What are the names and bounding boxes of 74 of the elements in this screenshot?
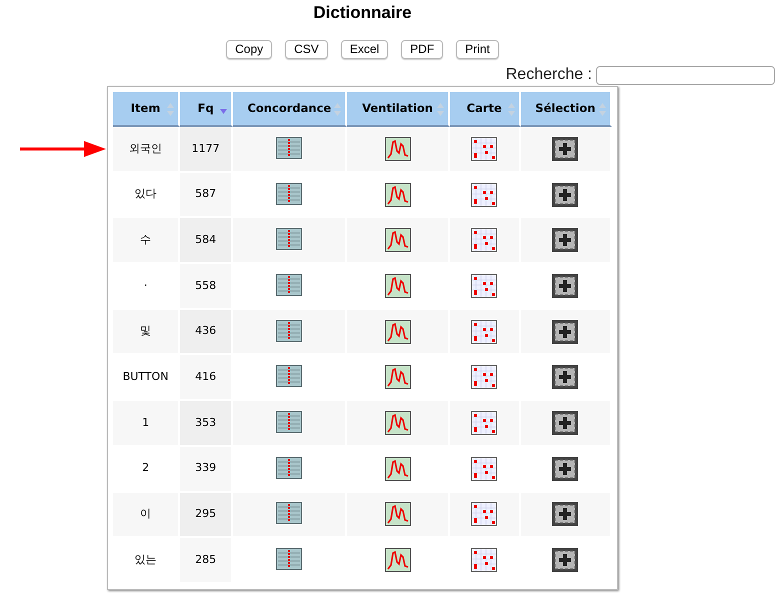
concordance-icon[interactable] — [276, 365, 302, 390]
scatter-icon[interactable] — [471, 365, 498, 390]
graph-icon[interactable] — [384, 410, 411, 435]
frequency-cell: 353 — [180, 401, 234, 447]
item-text: · — [144, 278, 148, 292]
plus-icon[interactable] — [552, 182, 578, 207]
concordance-icon[interactable] — [276, 410, 302, 435]
concordance-icon[interactable] — [276, 502, 302, 526]
frequency-cell: 295 — [180, 492, 234, 538]
frequency-cell: 285 — [180, 538, 234, 584]
graph-icon[interactable] — [384, 365, 411, 390]
export-button[interactable]: Copy — [226, 40, 272, 59]
graph-icon[interactable] — [384, 136, 411, 161]
concordance-icon[interactable] — [276, 456, 302, 481]
frequency-cell: 339 — [180, 446, 234, 492]
scatter-icon[interactable] — [471, 502, 498, 526]
concordance-icon[interactable] — [276, 274, 302, 298]
plus-icon[interactable] — [552, 502, 578, 526]
item-text: 있는 — [134, 552, 157, 566]
export-button[interactable]: Print — [456, 40, 499, 59]
frequency-cell: 558 — [180, 264, 234, 310]
search-field[interactable] — [596, 66, 775, 84]
item-text: 및 — [140, 324, 152, 338]
column-header[interactable]: Fq — [180, 92, 234, 127]
scatter-icon[interactable] — [471, 182, 498, 207]
plus-icon[interactable] — [552, 274, 578, 298]
graph-icon[interactable] — [384, 182, 411, 207]
plus-icon[interactable] — [552, 136, 578, 161]
export-button[interactable]: PDF — [401, 40, 444, 59]
item-text: 1 — [142, 416, 150, 429]
concordance-icon[interactable] — [276, 182, 302, 207]
item-text: 수 — [140, 232, 152, 246]
scatter-icon[interactable] — [471, 136, 498, 161]
item-text: 2 — [142, 461, 150, 474]
plus-icon[interactable] — [552, 456, 578, 481]
scatter-icon[interactable] — [471, 456, 498, 481]
graph-icon[interactable] — [384, 548, 411, 572]
plus-icon[interactable] — [552, 320, 578, 344]
graph-icon[interactable] — [384, 320, 411, 344]
column-header[interactable]: Item — [113, 92, 180, 127]
frequency-cell: 584 — [180, 218, 234, 264]
search-label: Recherche : — [506, 65, 592, 85]
frequency-cell: 587 — [180, 172, 234, 218]
graph-icon[interactable] — [384, 502, 411, 526]
export-button[interactable]: CSV — [285, 40, 328, 59]
concordance-icon[interactable] — [276, 548, 302, 572]
item-text: 외국인 — [129, 142, 162, 155]
graph-icon[interactable] — [384, 274, 411, 298]
frequency-cell: 436 — [180, 310, 234, 356]
scatter-icon[interactable] — [471, 410, 498, 435]
scatter-icon[interactable] — [471, 320, 498, 344]
column-header[interactable]: Ventilation — [347, 92, 450, 127]
plus-icon[interactable] — [552, 410, 578, 435]
column-header[interactable]: Carte — [450, 92, 521, 127]
scatter-icon[interactable] — [471, 228, 498, 252]
concordance-icon[interactable] — [276, 136, 302, 161]
graph-icon[interactable] — [384, 228, 411, 252]
concordance-icon[interactable] — [276, 320, 302, 344]
frequency-cell: 1177 — [180, 127, 234, 173]
item-text: BUTTON — [122, 370, 168, 384]
plus-icon[interactable] — [552, 548, 578, 572]
item-text: 이 — [140, 507, 152, 520]
page-title: Dictionnaire — [312, 2, 413, 24]
graph-icon[interactable] — [384, 456, 411, 481]
column-header[interactable]: Concordance — [233, 92, 348, 127]
frequency-cell: 416 — [180, 355, 234, 402]
item-text: 있다 — [134, 187, 157, 200]
plus-icon[interactable] — [552, 365, 578, 390]
column-header[interactable]: Sélection — [520, 92, 612, 127]
export-button[interactable]: Excel — [340, 40, 388, 59]
scatter-icon[interactable] — [471, 548, 498, 572]
scatter-icon[interactable] — [471, 274, 498, 298]
concordance-icon[interactable] — [276, 228, 302, 252]
plus-icon[interactable] — [552, 228, 578, 252]
